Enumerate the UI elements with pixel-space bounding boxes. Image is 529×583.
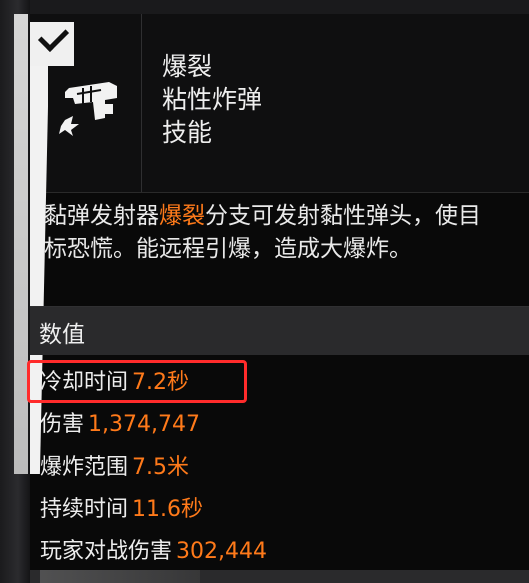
stat-label: 玩家对战伤害 bbox=[40, 539, 173, 564]
background-top-strip bbox=[30, 0, 529, 14]
stat-value: 7.5米 bbox=[132, 455, 190, 480]
stat-label: 持续时间 bbox=[40, 497, 129, 522]
description-highlight: 爆裂 bbox=[159, 203, 205, 229]
stat-row-blast-radius: 爆炸范围 7.5米 bbox=[40, 449, 189, 487]
stat-label: 爆炸范围 bbox=[40, 455, 129, 480]
stat-row-duration: 持续时间 11.6秒 bbox=[40, 491, 203, 529]
selected-checkbox[interactable] bbox=[30, 20, 74, 66]
stat-value: 1,374,747 bbox=[88, 412, 200, 437]
skill-description: 黏弹发射器爆裂分支可发射黏性弹头，使目标恐慌。能远程引爆，造成大爆炸。 bbox=[44, 200, 494, 266]
next-section-header bbox=[30, 570, 529, 583]
stats-section-title: 数值 bbox=[39, 322, 85, 348]
stat-row-pvp-damage: 玩家对战伤害 302,444 bbox=[40, 533, 267, 571]
stat-value: 11.6秒 bbox=[132, 497, 204, 522]
skill-name: 爆裂 bbox=[162, 52, 213, 81]
cut-off-text bbox=[40, 570, 200, 583]
stat-value: 302,444 bbox=[176, 539, 267, 564]
checkmark-icon bbox=[37, 20, 70, 53]
header-divider bbox=[141, 14, 142, 192]
stat-label: 伤害 bbox=[40, 412, 85, 437]
highlight-annotation-box bbox=[27, 360, 247, 403]
sticky-bomb-launcher-icon bbox=[59, 82, 117, 136]
description-text: 黏弹发射器 bbox=[44, 203, 159, 229]
stats-section-header: 数值 bbox=[30, 307, 529, 355]
skill-type: 粘性炸弹 bbox=[162, 85, 263, 114]
skill-category: 技能 bbox=[162, 118, 213, 147]
stat-row-damage: 伤害 1,374,747 bbox=[40, 406, 200, 444]
skill-titles: 爆裂 粘性炸弹 技能 bbox=[162, 50, 262, 149]
selection-ribbon bbox=[14, 14, 28, 474]
